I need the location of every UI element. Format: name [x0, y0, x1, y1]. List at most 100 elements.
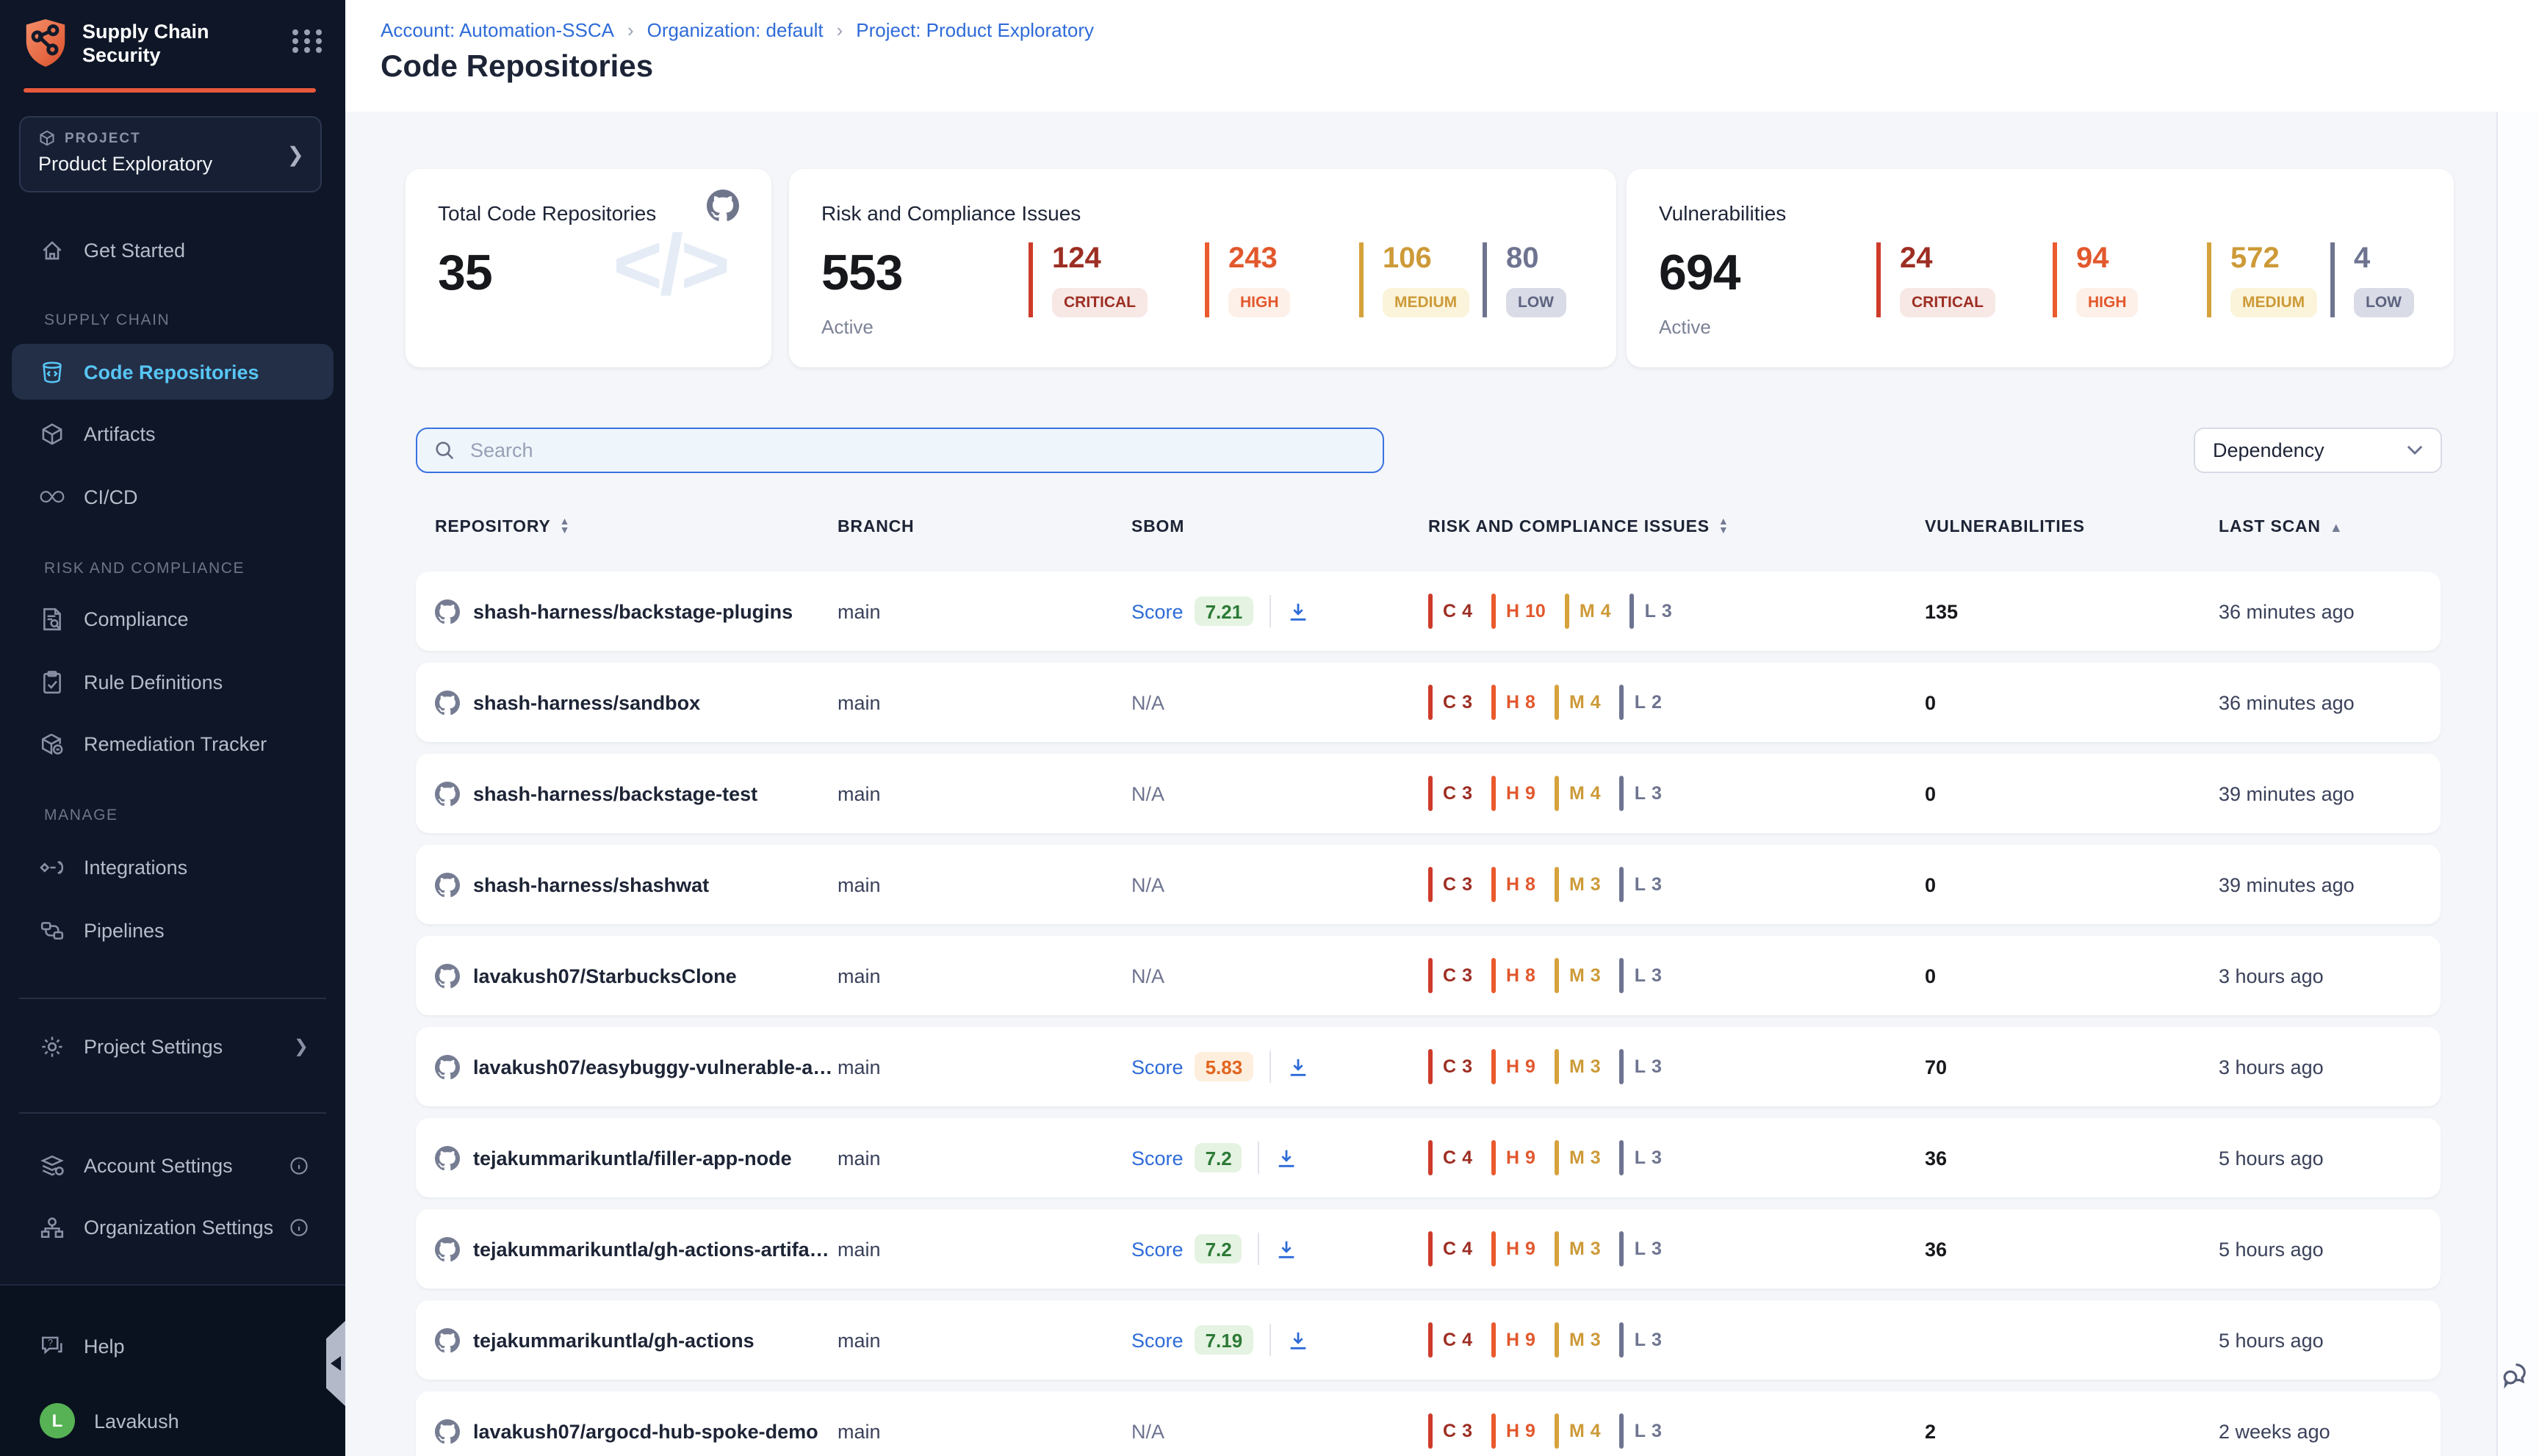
vulnerabilities-cell: 0: [1925, 965, 2219, 987]
high-chip: H9: [1491, 1049, 1541, 1084]
divider: [1269, 595, 1270, 627]
branch-cell: main: [838, 782, 1131, 804]
sidebar-item-rule-definitions[interactable]: Rule Definitions: [0, 654, 345, 710]
last-scan-cell: 2 weeks ago: [2219, 1420, 2441, 1442]
branch-cell: main: [838, 965, 1131, 987]
critical-chip: C4: [1428, 1322, 1478, 1358]
low-chip: L3: [1620, 1140, 1668, 1175]
download-icon[interactable]: [1286, 1329, 1308, 1351]
sbom-score-link[interactable]: Score: [1131, 600, 1184, 622]
sidebar-item-integrations[interactable]: Integrations: [0, 839, 345, 895]
download-icon[interactable]: [1286, 600, 1308, 622]
table-row[interactable]: shash-harness/sandbox main N/A C3 H8 M4 …: [416, 663, 2441, 742]
repo-name: lavakush07/easybuggy-vulnerable-app...: [473, 1056, 838, 1078]
sidebar-item-project-settings[interactable]: Project Settings ❯: [0, 1018, 345, 1074]
download-icon[interactable]: [1286, 1056, 1308, 1078]
project-label: PROJECT: [38, 129, 303, 147]
active-label: Active: [821, 316, 874, 338]
project-selector[interactable]: PROJECT Product Exploratory ❯: [19, 116, 322, 192]
sidebar-item-help[interactable]: ? Help: [0, 1318, 345, 1374]
sidebar-item-compliance[interactable]: Compliance: [0, 591, 345, 646]
code-watermark-icon: </>: [613, 216, 727, 314]
sidebar-item-remediation-tracker[interactable]: Remediation Tracker: [0, 716, 345, 771]
supply-chain-security-logo-icon: [24, 18, 68, 68]
divider: [1269, 1324, 1270, 1356]
medium-chip: M4: [1555, 685, 1607, 720]
medium-chip: M4: [1565, 594, 1617, 629]
column-header-risk[interactable]: RISK AND COMPLIANCE ISSUES▲▼: [1428, 519, 1729, 536]
sbom-score-badge: 7.19: [1195, 1325, 1253, 1355]
github-icon: [435, 1145, 460, 1170]
integration-icon: [40, 854, 65, 879]
module-grid-icon[interactable]: [292, 29, 325, 53]
sidebar-item-pipelines[interactable]: Pipelines: [0, 902, 345, 958]
high-chip: H9: [1491, 776, 1541, 811]
table-row[interactable]: tejakummarikuntla/gh-actions-artifacts m…: [416, 1209, 2441, 1289]
table-row[interactable]: lavakush07/argocd-hub-spoke-demo main N/…: [416, 1391, 2441, 1456]
sbom-score-link[interactable]: Score: [1131, 1329, 1184, 1351]
medium-chip: M3: [1555, 867, 1607, 902]
medium-chip: M3: [1555, 1322, 1607, 1358]
sbom-score-link[interactable]: Score: [1131, 1147, 1184, 1169]
sidebar-item-code-repositories[interactable]: Code Repositories: [12, 344, 334, 400]
sbom-score-link[interactable]: Score: [1131, 1056, 1184, 1078]
low-stat: 80LOW: [1483, 242, 1566, 317]
gear-icon: [40, 1034, 65, 1059]
breadcrumb-project[interactable]: Project: Product Exploratory: [856, 19, 1094, 41]
sidebar: Supply ChainSecurity PROJECT Product Exp…: [0, 0, 345, 1456]
support-chat-icon[interactable]: [2499, 1359, 2532, 1391]
table-row[interactable]: shash-harness/shashwat main N/A C3 H8 M3…: [416, 845, 2441, 924]
medium-chip: M3: [1555, 1231, 1607, 1266]
high-chip: H9: [1491, 1413, 1541, 1449]
sidebar-item-account-settings[interactable]: Account Settings: [0, 1137, 345, 1193]
breadcrumb-account[interactable]: Account: Automation-SSCA: [381, 19, 614, 41]
table-row[interactable]: tejakummarikuntla/filler-app-node main S…: [416, 1118, 2441, 1197]
github-icon: [435, 1327, 460, 1352]
critical-chip: C4: [1428, 594, 1478, 629]
medium-chip: M3: [1555, 1049, 1607, 1084]
download-icon[interactable]: [1276, 1238, 1298, 1260]
table-row[interactable]: lavakush07/easybuggy-vulnerable-app... m…: [416, 1027, 2441, 1106]
sidebar-item-organization-settings[interactable]: Organization Settings: [0, 1199, 345, 1255]
breadcrumb-organization[interactable]: Organization: default: [647, 19, 824, 41]
org-chart-gear-icon: [40, 1214, 65, 1239]
vulnerabilities-cell: 36: [1925, 1147, 2219, 1169]
sbom-score-link[interactable]: Score: [1131, 1238, 1184, 1260]
last-scan-cell: 5 hours ago: [2219, 1329, 2441, 1351]
column-header-repository[interactable]: REPOSITORY▲▼: [435, 519, 570, 536]
low-chip: L3: [1620, 867, 1668, 902]
table-row[interactable]: shash-harness/backstage-plugins main Sco…: [416, 572, 2441, 651]
branch-cell: main: [838, 1329, 1131, 1351]
vulns-total-value: 694: [1659, 245, 1740, 303]
layers-gear-icon: [40, 1153, 65, 1178]
medium-chip: M4: [1555, 776, 1607, 811]
chevron-right-icon: ❯: [287, 143, 304, 167]
download-icon[interactable]: [1276, 1147, 1298, 1169]
critical-chip: C3: [1428, 776, 1478, 811]
user-menu[interactable]: L Lavakush: [0, 1393, 345, 1449]
sidebar-item-cicd[interactable]: CI/CD: [0, 469, 345, 525]
dropdown-value: Dependency: [2213, 439, 2324, 461]
sidebar-item-artifacts[interactable]: Artifacts: [0, 406, 345, 461]
column-header-last-scan[interactable]: LAST SCAN▲: [2219, 519, 2343, 536]
critical-chip: C3: [1428, 1413, 1478, 1449]
svg-text:?: ?: [48, 1336, 53, 1347]
sidebar-item-get-started[interactable]: Get Started: [0, 222, 345, 278]
vulnerabilities-cell: 0: [1925, 782, 2219, 804]
divider: [1258, 1233, 1260, 1265]
vulnerabilities-cell: 2: [1925, 1420, 2219, 1442]
total-repos-value: 35: [438, 245, 492, 303]
last-scan-cell: 36 minutes ago: [2219, 600, 2441, 622]
search-input[interactable]: [467, 438, 1366, 463]
table-row[interactable]: lavakush07/StarbucksClone main N/A C3 H8…: [416, 936, 2441, 1015]
sbom-na: N/A: [1131, 1420, 1164, 1442]
low-chip: L3: [1620, 1413, 1668, 1449]
dependency-filter-dropdown[interactable]: Dependency: [2194, 428, 2442, 473]
branch-cell: main: [838, 1056, 1131, 1078]
high-chip: H8: [1491, 958, 1541, 993]
table-row[interactable]: tejakummarikuntla/gh-actions main Score7…: [416, 1300, 2441, 1380]
last-scan-cell: 5 hours ago: [2219, 1147, 2441, 1169]
sbom-score-badge: 7.2: [1195, 1234, 1242, 1264]
table-row[interactable]: shash-harness/backstage-test main N/A C3…: [416, 754, 2441, 833]
divider: [1269, 1050, 1270, 1083]
